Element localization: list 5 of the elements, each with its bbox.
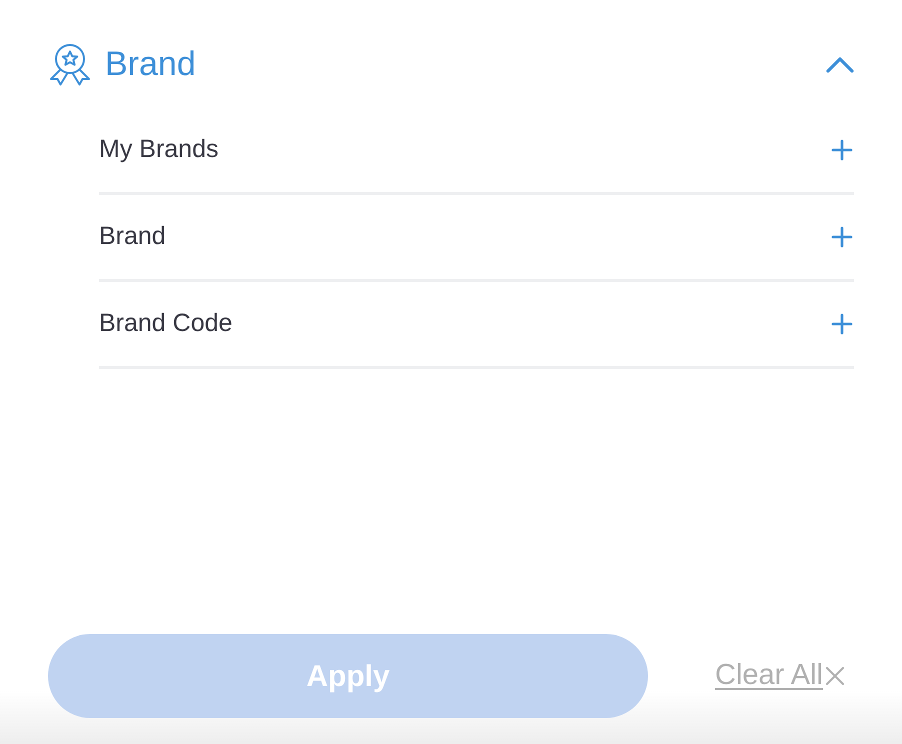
filter-row[interactable]: Brand [99,195,854,282]
filter-row[interactable]: My Brands [99,108,854,195]
close-icon [826,667,844,685]
filter-row[interactable]: Brand Code [99,282,854,369]
award-badge-icon [48,42,92,86]
